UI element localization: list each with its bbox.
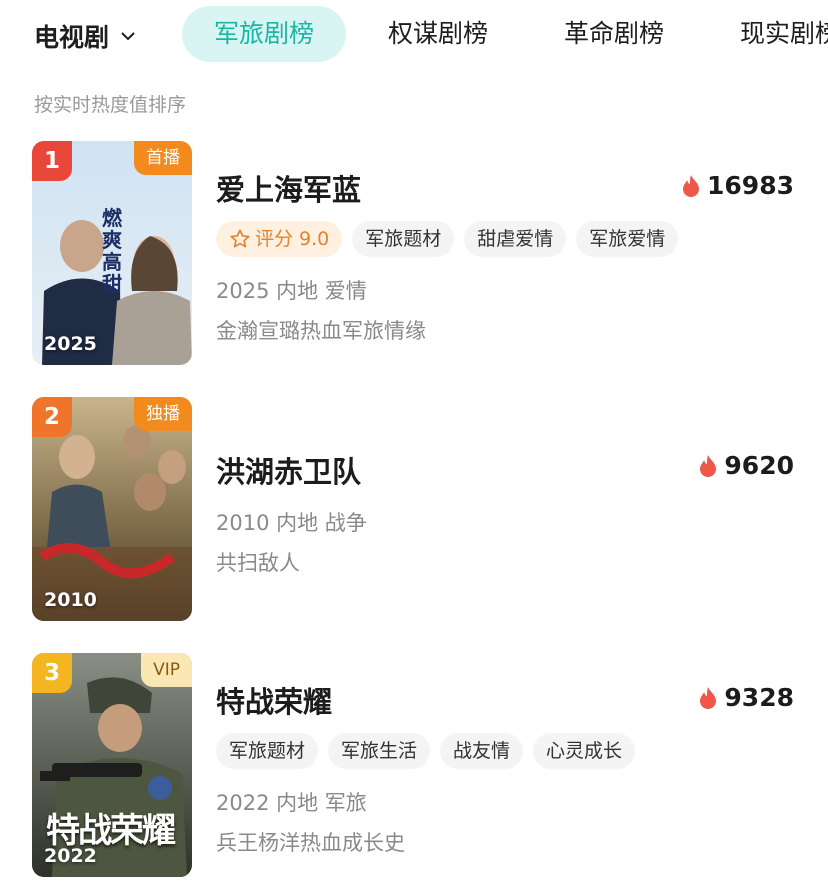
tab-label: 权谋剧榜 [388,19,489,48]
genre-tag[interactable]: 军旅题材 [352,221,455,257]
poster-image[interactable]: 2 独播 2010 [32,397,192,621]
premiere-badge: 首播 [134,141,192,175]
genre-tag[interactable]: 军旅生活 [328,733,431,769]
genre-tag[interactable]: 战友情 [440,733,524,769]
genre-tag[interactable]: 心灵成长 [533,733,636,769]
meta-info: 2025 内地 爱情 [216,279,367,303]
meta-info: 2010 内地 战争 [216,511,367,535]
drama-title[interactable]: 洪湖赤卫队 [216,449,361,491]
exclusive-badge: 独播 [134,397,192,431]
flame-icon [700,454,717,477]
description: 兵王杨洋热血成长史 [216,831,405,855]
list-item[interactable]: 燃爽高甜 1 首播 2025 爱上海军蓝 16983 评分 9.0 军旅题材 甜… [0,141,828,367]
poster-slogan: 燃爽高甜 [102,206,122,296]
genre-tag[interactable]: 军旅题材 [216,733,319,769]
description: 金瀚宣璐热血军旅情缘 [216,319,426,343]
rank-badge: 3 [32,653,72,693]
list-item[interactable]: 特战荣耀 3 VIP 2022 特战荣耀 9328 军旅题材 军旅生活 战友情 … [0,653,828,879]
tab-label: 现实剧榜 [740,19,828,48]
poster-year: 2022 [44,845,97,867]
heat-number: 9328 [724,683,794,712]
poster-image[interactable]: 特战荣耀 3 VIP 2022 [32,653,192,877]
meta-info: 2022 内地 军旅 [216,791,367,815]
chevron-down-icon [121,32,135,41]
heat-number: 16983 [707,171,794,200]
tag-list: 军旅题材 军旅生活 战友情 心灵成长 [216,733,636,769]
rank-badge: 1 [32,141,72,181]
flame-icon [683,174,700,197]
poster-year: 2025 [44,333,97,355]
genre-tag[interactable]: 甜虐爱情 [464,221,567,257]
star-icon [230,229,250,248]
tab-label: 军旅剧榜 [214,19,315,48]
tab-revolution-drama[interactable]: 革命剧榜 [532,6,696,62]
vip-badge: VIP [141,653,192,687]
flame-icon [700,686,717,709]
heat-value: 16983 [681,171,794,200]
poster-year: 2010 [44,589,97,611]
category-tab-bar: 电视剧 军旅剧榜 权谋剧榜 革命剧榜 现实剧榜 [0,0,828,68]
rank-badge: 2 [32,397,72,437]
description: 共扫敌人 [216,551,300,575]
drama-title[interactable]: 爱上海军蓝 [216,167,361,209]
poster-image[interactable]: 燃爽高甜 1 首播 2025 [32,141,192,365]
list-item[interactable]: 2 独播 2010 洪湖赤卫队 9620 2010 内地 战争 共扫敌人 [0,397,828,623]
tab-reality-drama[interactable]: 现实剧榜 [708,6,828,62]
heat-value: 9620 [698,451,794,480]
tab-military-drama[interactable]: 军旅剧榜 [182,6,347,62]
heat-number: 9620 [724,451,794,480]
genre-tag[interactable]: 军旅爱情 [576,221,679,257]
category-label: 电视剧 [34,23,110,52]
heat-value: 9328 [698,683,794,712]
tab-label: 革命剧榜 [564,19,665,48]
tag-list: 评分 9.0 军旅题材 甜虐爱情 军旅爱情 [216,221,679,257]
sort-hint: 按实时热度值排序 [34,94,187,116]
tab-power-drama[interactable]: 权谋剧榜 [356,6,520,62]
category-selector[interactable]: 电视剧 [34,18,135,54]
score-label: 评分 9.0 [255,228,330,250]
drama-title[interactable]: 特战荣耀 [216,679,332,721]
score-tag: 评分 9.0 [216,221,343,257]
